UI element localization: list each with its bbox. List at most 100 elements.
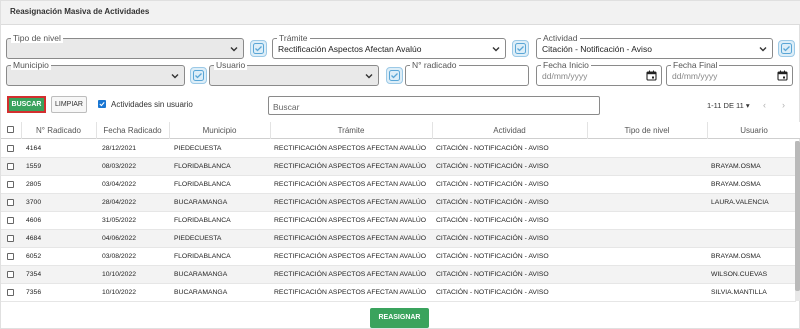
chevron-down-icon bbox=[759, 47, 767, 52]
fecha-inicio-input[interactable]: Fecha Inicio dd/mm/yyyy bbox=[536, 60, 662, 86]
municipio-select[interactable]: Municipio bbox=[6, 60, 185, 86]
actividad-label: Actividad bbox=[541, 33, 580, 43]
row-checkbox[interactable] bbox=[7, 199, 14, 206]
row-checkbox[interactable] bbox=[7, 163, 14, 170]
col-radicado[interactable]: N° Radicado bbox=[21, 126, 96, 135]
cell-usuario: SILVIA.MANTILLA bbox=[711, 289, 767, 296]
page-title: Reasignación Masiva de Actividades bbox=[10, 7, 150, 16]
cell-municipio: FLORIDABLANCA bbox=[174, 253, 231, 260]
cell-usuario: BRAYAM.OSMA bbox=[711, 181, 761, 188]
row-checkbox[interactable] bbox=[7, 235, 14, 242]
reasignacion-page: Reasignación Masiva de Actividades Tipo … bbox=[0, 0, 800, 329]
row-checkbox[interactable] bbox=[7, 181, 14, 188]
reasignar-button[interactable]: REASIGNAR bbox=[370, 308, 429, 328]
tipo-nivel-label: Tipo de nivel bbox=[11, 33, 63, 43]
fecha-inicio-placeholder: dd/mm/yyyy bbox=[542, 71, 588, 81]
cell-radicado: 6052 bbox=[26, 253, 42, 260]
cell-radicado: 1559 bbox=[26, 163, 42, 170]
municipio-check-button[interactable] bbox=[190, 67, 207, 84]
table-row[interactable]: 4164 28/12/2021 PIEDECUESTA RECTIFICACIÓ… bbox=[1, 140, 796, 158]
limpiar-button[interactable]: LIMPIAR bbox=[51, 96, 87, 113]
table-header: N° Radicado Fecha Radicado Municipio Trá… bbox=[1, 122, 800, 139]
col-tramite[interactable]: Trámite bbox=[270, 126, 432, 135]
fecha-final-input[interactable]: Fecha Final dd/mm/yyyy bbox=[666, 60, 793, 86]
cell-usuario: LAURA.VALENCIA bbox=[711, 199, 769, 206]
cell-actividad: CITACIÓN - NOTIFICACIÓN - AVISO bbox=[436, 199, 549, 206]
row-checkbox[interactable] bbox=[7, 253, 14, 260]
col-fecha[interactable]: Fecha Radicado bbox=[96, 126, 169, 135]
actividad-value: Citación - Notificación - Aviso bbox=[542, 44, 652, 54]
select-all-checkbox[interactable] bbox=[7, 126, 14, 133]
sin-usuario-checkbox[interactable] bbox=[98, 100, 106, 108]
cell-fecha: 03/08/2022 bbox=[102, 253, 137, 260]
table-row[interactable]: 6052 03/08/2022 FLORIDABLANCA RECTIFICAC… bbox=[1, 248, 796, 266]
cell-radicado: 7354 bbox=[26, 271, 42, 278]
prev-page-icon[interactable]: ‹ bbox=[763, 100, 766, 110]
col-municipio[interactable]: Municipio bbox=[169, 126, 270, 135]
table-row[interactable]: 3700 28/04/2022 BUCARAMANGA RECTIFICACIÓ… bbox=[1, 194, 796, 212]
table-row[interactable]: 2805 03/04/2022 FLORIDABLANCA RECTIFICAC… bbox=[1, 176, 796, 194]
cell-radicado: 4684 bbox=[26, 235, 42, 242]
cell-municipio: BUCARAMANGA bbox=[174, 289, 228, 296]
cell-municipio: PIEDECUESTA bbox=[174, 145, 222, 152]
checkbox-icon bbox=[781, 43, 792, 54]
tipo-nivel-check-button[interactable] bbox=[250, 40, 267, 57]
cell-actividad: CITACIÓN - NOTIFICACIÓN - AVISO bbox=[436, 217, 549, 224]
tipo-nivel-select[interactable]: Tipo de nivel bbox=[6, 33, 244, 59]
cell-fecha: 28/04/2022 bbox=[102, 199, 137, 206]
fecha-inicio-label: Fecha Inicio bbox=[541, 60, 591, 70]
pagination-range[interactable]: 1-11 DE 11 ▾ bbox=[707, 101, 750, 110]
cell-fecha: 31/05/2022 bbox=[102, 217, 137, 224]
row-checkbox[interactable] bbox=[7, 271, 14, 278]
col-tipo-nivel[interactable]: Tipo de nivel bbox=[587, 126, 707, 135]
row-checkbox[interactable] bbox=[7, 217, 14, 224]
calendar-icon[interactable] bbox=[646, 70, 657, 81]
pagination-range-text: 1-11 DE 11 bbox=[707, 101, 744, 110]
table-row[interactable]: 7354 10/10/2022 BUCARAMANGA RECTIFICACIÓ… bbox=[1, 266, 796, 284]
cell-usuario: WILSON.CUEVAS bbox=[711, 271, 768, 278]
cell-fecha: 04/06/2022 bbox=[102, 235, 137, 242]
cell-tramite: RECTIFICACIÓN ASPECTOS AFECTAN AVALÚO bbox=[274, 217, 427, 224]
actividad-select[interactable]: Actividad Citación - Notificación - Avis… bbox=[536, 33, 773, 59]
cell-radicado: 7356 bbox=[26, 289, 42, 296]
cell-actividad: CITACIÓN - NOTIFICACIÓN - AVISO bbox=[436, 253, 549, 260]
cell-actividad: CITACIÓN - NOTIFICACIÓN - AVISO bbox=[436, 271, 549, 278]
row-checkbox[interactable] bbox=[7, 289, 14, 296]
col-usuario[interactable]: Usuario bbox=[707, 126, 800, 135]
tramite-select[interactable]: Trámite Rectificación Aspectos Afectan A… bbox=[272, 33, 506, 59]
next-page-icon[interactable]: › bbox=[782, 100, 785, 110]
cell-fecha: 28/12/2021 bbox=[102, 145, 137, 152]
tramite-check-button[interactable] bbox=[512, 40, 529, 57]
table-row[interactable]: 1559 08/03/2022 FLORIDABLANCA RECTIFICAC… bbox=[1, 158, 796, 176]
cell-municipio: FLORIDABLANCA bbox=[174, 181, 231, 188]
search-input[interactable]: Buscar bbox=[268, 96, 600, 115]
table-row[interactable]: 4684 04/06/2022 PIEDECUESTA RECTIFICACIÓ… bbox=[1, 230, 796, 248]
table-scrollbar-thumb[interactable] bbox=[795, 141, 800, 291]
actividad-check-button[interactable] bbox=[778, 40, 795, 57]
cell-actividad: CITACIÓN - NOTIFICACIÓN - AVISO bbox=[436, 163, 549, 170]
cell-municipio: PIEDECUESTA bbox=[174, 235, 222, 242]
col-actividad[interactable]: Actividad bbox=[432, 126, 587, 135]
usuario-select[interactable]: Usuario bbox=[209, 60, 379, 86]
fecha-final-placeholder: dd/mm/yyyy bbox=[672, 71, 718, 81]
row-checkbox[interactable] bbox=[7, 145, 14, 152]
cell-tramite: RECTIFICACIÓN ASPECTOS AFECTAN AVALÚO bbox=[274, 145, 427, 152]
cell-tramite: RECTIFICACIÓN ASPECTOS AFECTAN AVALÚO bbox=[274, 253, 427, 260]
usuario-check-button[interactable] bbox=[386, 67, 403, 84]
cell-municipio: FLORIDABLANCA bbox=[174, 217, 231, 224]
table-row[interactable]: 4606 31/05/2022 FLORIDABLANCA RECTIFICAC… bbox=[1, 212, 796, 230]
cell-actividad: CITACIÓN - NOTIFICACIÓN - AVISO bbox=[436, 181, 549, 188]
cell-municipio: FLORIDABLANCA bbox=[174, 163, 231, 170]
checkbox-icon bbox=[389, 70, 400, 81]
radicado-input[interactable]: N° radicado bbox=[405, 60, 529, 86]
cell-fecha: 08/03/2022 bbox=[102, 163, 137, 170]
calendar-icon[interactable] bbox=[777, 70, 788, 81]
cell-tramite: RECTIFICACIÓN ASPECTOS AFECTAN AVALÚO bbox=[274, 289, 427, 296]
table-row[interactable]: 7356 10/10/2022 BUCARAMANGA RECTIFICACIÓ… bbox=[1, 284, 796, 302]
municipio-label: Municipio bbox=[11, 60, 51, 70]
checkbox-icon bbox=[193, 70, 204, 81]
buscar-button[interactable]: BUSCAR bbox=[7, 96, 46, 113]
chevron-down-icon bbox=[230, 47, 238, 52]
cell-fecha: 10/10/2022 bbox=[102, 289, 137, 296]
cell-radicado: 2805 bbox=[26, 181, 42, 188]
